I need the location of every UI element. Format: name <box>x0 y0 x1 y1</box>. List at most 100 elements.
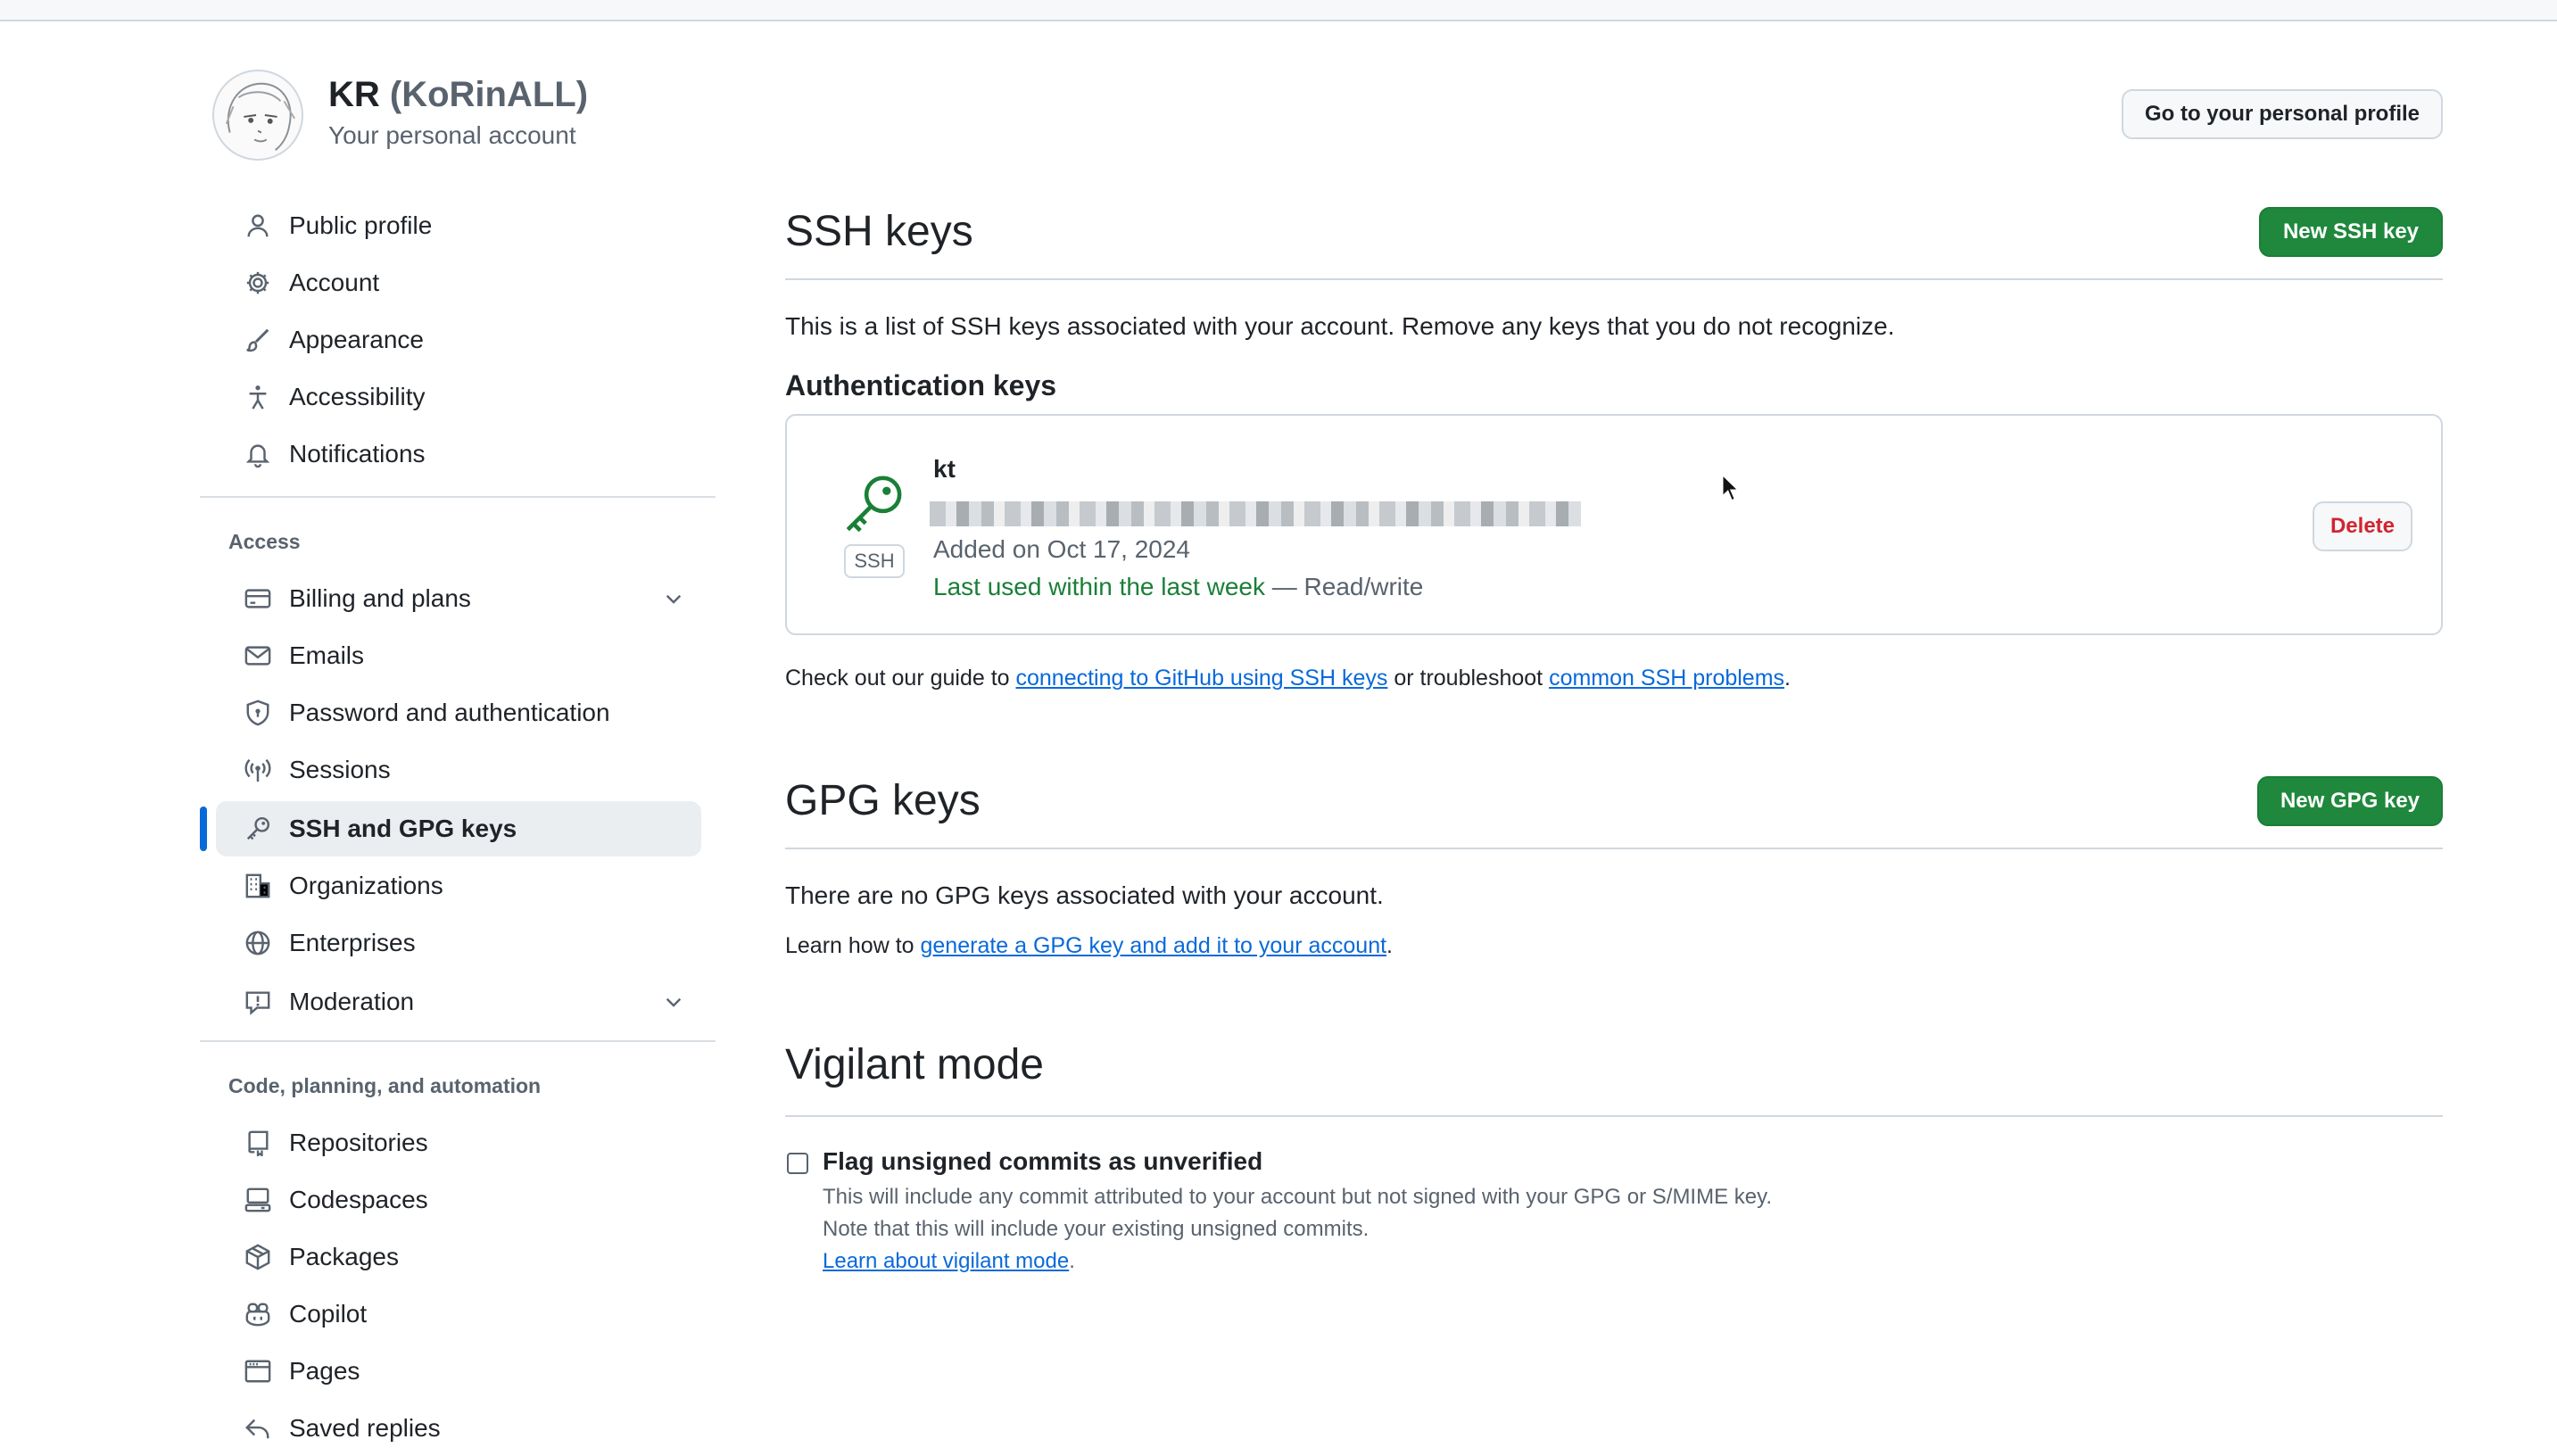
ssh-key-last-used: Last used within the last week — Read/wr… <box>933 573 1423 601</box>
sidebar-item-packages[interactable]: Packages <box>216 1229 701 1285</box>
sidebar-item-label: Packages <box>289 1243 399 1270</box>
gpg-learn-prefix: Learn how to <box>785 933 921 958</box>
sidebar-item-label: Organizations <box>289 872 443 899</box>
sidebar-item-password-auth[interactable]: Password and authentication <box>216 685 701 740</box>
flag-unsigned-checkbox[interactable] <box>787 1153 808 1174</box>
key-icon <box>840 471 906 537</box>
sidebar-item-label: Saved replies <box>289 1414 441 1442</box>
sidebar-item-label: Password and authentication <box>289 699 610 726</box>
sidebar-item-label: Accessibility <box>289 383 426 410</box>
ssh-guide-link[interactable]: connecting to GitHub using SSH keys <box>1016 666 1388 691</box>
sidebar-item-pages[interactable]: Pages <box>216 1344 701 1399</box>
sidebar-item-sessions[interactable]: Sessions <box>216 742 701 798</box>
sidebar-item-notifications[interactable]: Notifications <box>216 426 701 482</box>
new-gpg-key-button[interactable]: New GPG key <box>2257 776 2443 826</box>
sidebar-item-organizations[interactable]: Organizations <box>216 858 701 914</box>
paintbrush-icon <box>244 327 271 353</box>
gpg-empty-text: There are no GPG keys associated with yo… <box>785 881 1384 909</box>
gpg-keys-heading: GPG keys <box>785 777 981 824</box>
authentication-keys-heading: Authentication keys <box>785 369 1057 401</box>
sidebar-item-label: Enterprises <box>289 929 416 956</box>
repo-icon <box>244 1129 271 1158</box>
account-name: KR (KoRinALL) <box>328 75 588 115</box>
ssh-key-item: SSH kt Added on Oct 17, 2024 Last used w… <box>785 414 2443 635</box>
organization-icon <box>244 873 271 899</box>
broadcast-icon <box>244 757 271 783</box>
flag-unsigned-label[interactable]: Flag unsigned commits as unverified <box>823 1147 1262 1176</box>
ssh-description: This is a list of SSH keys associated wi… <box>785 312 1895 340</box>
sidebar-item-saved-replies[interactable]: Saved replies <box>216 1401 701 1456</box>
sidebar-item-billing[interactable]: Billing and plans <box>216 571 701 626</box>
avatar[interactable] <box>212 70 303 161</box>
ssh-troubleshoot-link[interactable]: common SSH problems <box>1549 666 1784 691</box>
mouse-cursor-icon <box>1720 472 1742 503</box>
account-subtitle: Your personal account <box>328 121 576 149</box>
ssh-keys-heading: SSH keys <box>785 208 973 255</box>
sidebar-item-label: Emails <box>289 641 365 669</box>
redacted-fingerprint <box>930 501 1581 526</box>
account-display-name: KR <box>328 75 380 114</box>
sidebar-item-label: Codespaces <box>289 1186 428 1213</box>
sidebar-divider <box>200 496 716 498</box>
sidebar-item-label: Pages <box>289 1357 360 1385</box>
ssh-guide-middle: or troubleshoot <box>1387 666 1550 691</box>
sidebar-item-label: Copilot <box>289 1300 368 1328</box>
sidebar-item-label: Public profile <box>289 211 433 239</box>
report-icon <box>244 989 271 1015</box>
sidebar-item-codespaces[interactable]: Codespaces <box>216 1172 701 1228</box>
sidebar-item-copilot[interactable]: Copilot <box>216 1286 701 1342</box>
ssh-key-last-used-text: Last used within the last week <box>933 573 1265 600</box>
sidebar-item-label: Account <box>289 269 380 296</box>
bell-icon <box>244 441 271 468</box>
sidebar-item-label: Billing and plans <box>289 584 471 612</box>
ssh-guide-text: Check out our guide to connecting to Git… <box>785 666 1791 691</box>
vigilant-learn-suffix: . <box>1069 1249 1075 1273</box>
vigilant-note-2: Note that this will include your existin… <box>823 1217 1370 1241</box>
sidebar-item-repositories[interactable]: Repositories <box>216 1115 701 1171</box>
credit-card-icon <box>244 585 271 612</box>
section-divider <box>785 848 2443 849</box>
ssh-key-access: — Read/write <box>1264 573 1424 600</box>
package-icon <box>244 1244 271 1270</box>
gear-icon <box>244 269 271 296</box>
key-icon <box>244 815 271 842</box>
sidebar-section-code: Code, planning, and automation <box>228 1074 542 1097</box>
delete-ssh-key-button[interactable]: Delete <box>2313 501 2412 551</box>
ssh-key-title: kt <box>933 455 956 483</box>
vigilant-learn: Learn about vigilant mode. <box>823 1249 1075 1274</box>
sidebar-item-enterprises[interactable]: Enterprises <box>216 915 701 971</box>
sidebar-item-emails[interactable]: Emails <box>216 628 701 683</box>
person-icon <box>244 212 271 239</box>
ssh-guide-suffix: . <box>1784 666 1791 691</box>
go-to-profile-button[interactable]: Go to your personal profile <box>2122 89 2443 139</box>
chevron-down-icon[interactable] <box>662 587 685 610</box>
sidebar-item-accessibility[interactable]: Accessibility <box>216 369 701 425</box>
gpg-generate-link[interactable]: generate a GPG key and add it to your ac… <box>921 933 1387 958</box>
sidebar-item-label: Repositories <box>289 1129 428 1156</box>
active-indicator <box>200 807 207 851</box>
sidebar-item-moderation[interactable]: Moderation <box>216 974 701 1030</box>
sidebar-item-label: Moderation <box>289 988 415 1015</box>
ssh-type-badge: SSH <box>844 544 905 578</box>
section-divider <box>785 1115 2443 1117</box>
sidebar-item-ssh-gpg-keys[interactable]: SSH and GPG keys <box>216 801 701 856</box>
sidebar-item-account[interactable]: Account <box>216 255 701 310</box>
new-ssh-key-button[interactable]: New SSH key <box>2259 207 2443 257</box>
chevron-down-icon[interactable] <box>662 990 685 1013</box>
mail-icon <box>244 642 271 669</box>
section-divider <box>785 278 2443 280</box>
account-header: KR (KoRinALL) Your personal account <box>212 68 2443 166</box>
gpg-learn-suffix: . <box>1386 933 1393 958</box>
sidebar-section-access: Access <box>228 530 301 553</box>
gpg-learn-text: Learn how to generate a GPG key and add … <box>785 933 1393 959</box>
sidebar-divider <box>200 1040 716 1042</box>
sidebar-item-public-profile[interactable]: Public profile <box>216 198 701 253</box>
vigilant-mode-heading: Vigilant mode <box>785 1041 1044 1088</box>
shield-lock-icon <box>244 699 271 726</box>
copilot-icon <box>244 1301 271 1328</box>
sidebar-item-appearance[interactable]: Appearance <box>216 312 701 368</box>
browser-icon <box>244 1358 271 1385</box>
vigilant-learn-link[interactable]: Learn about vigilant mode <box>823 1249 1069 1273</box>
sidebar-item-label: Sessions <box>289 756 391 783</box>
reply-icon <box>244 1415 271 1442</box>
